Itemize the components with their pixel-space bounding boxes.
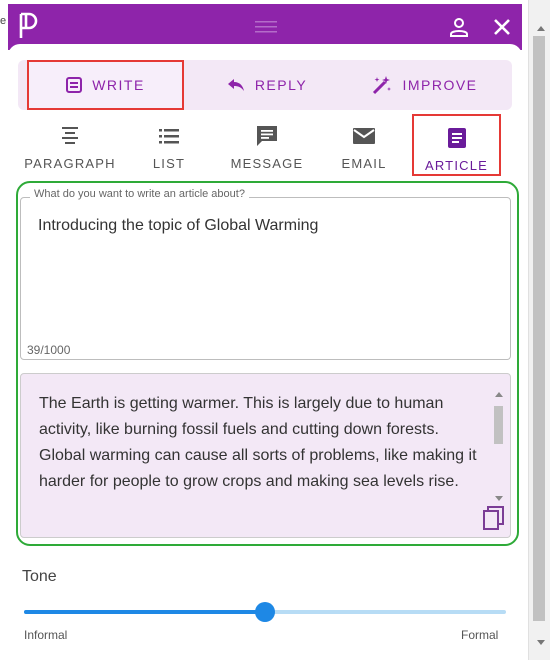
result-text: The Earth is getting warmer. This is lar… (39, 395, 477, 490)
list-icon (159, 129, 179, 144)
scroll-down-arrow-icon[interactable] (495, 496, 503, 501)
type-paragraph-label: PARAGRAPH (24, 156, 116, 171)
background-text-left: e (0, 15, 7, 27)
tone-min-label: Informal (24, 628, 68, 642)
result-scrollbar[interactable] (492, 392, 504, 502)
type-email-tab[interactable]: EMAIL (319, 124, 409, 176)
type-message-tab[interactable]: MESSAGE (222, 124, 312, 176)
page-scroll-up-icon[interactable] (537, 26, 545, 31)
page-scroll-thumb[interactable] (533, 36, 545, 621)
type-paragraph-tab[interactable]: PARAGRAPH (24, 124, 116, 176)
prompt-value[interactable]: Introducing the topic of Global Warming (38, 217, 498, 235)
mode-reply-label: REPLY (254, 77, 308, 93)
article-icon (447, 128, 466, 148)
drag-handle-icon[interactable] (255, 20, 277, 34)
user-icon[interactable] (449, 17, 469, 37)
mode-write-label: WRITE (92, 77, 145, 93)
tone-max-label: Formal (461, 628, 499, 642)
tone-label: Tone (22, 568, 57, 585)
prompt-label: What do you want to write an article abo… (30, 188, 249, 200)
tone-slider-thumb[interactable] (255, 602, 275, 622)
type-list-tab[interactable]: LIST (124, 124, 214, 176)
mode-write-button[interactable]: WRITE (27, 60, 184, 110)
page-scroll-down-icon[interactable] (537, 640, 545, 645)
type-article-label: ARTICLE (424, 158, 489, 173)
tone-slider-fill (24, 610, 265, 614)
write-icon (66, 77, 83, 93)
paragraph-icon (62, 127, 78, 144)
close-icon[interactable] (492, 17, 512, 37)
type-message-label: MESSAGE (230, 156, 304, 171)
magic-wand-icon (373, 76, 392, 95)
result-output[interactable]: The Earth is getting warmer. This is lar… (20, 373, 511, 538)
type-email-label: EMAIL (341, 156, 387, 171)
page-scrollbar[interactable] (528, 0, 550, 660)
mode-improve-button[interactable]: IMPROVE (350, 60, 500, 110)
mode-reply-button[interactable]: REPLY (192, 60, 342, 110)
scroll-up-arrow-icon[interactable] (495, 392, 503, 397)
reply-icon (227, 79, 244, 91)
mode-improve-label: IMPROVE (402, 77, 478, 93)
tone-slider[interactable] (24, 601, 506, 623)
logo-icon (18, 12, 38, 42)
scroll-thumb[interactable] (494, 406, 503, 444)
copy-icon[interactable] (483, 506, 505, 530)
email-icon (353, 128, 375, 144)
char-counter: 39/1000 (27, 343, 71, 357)
message-icon (257, 126, 277, 146)
type-article-tab[interactable]: ARTICLE (412, 114, 501, 176)
type-list-label: LIST (152, 156, 186, 171)
